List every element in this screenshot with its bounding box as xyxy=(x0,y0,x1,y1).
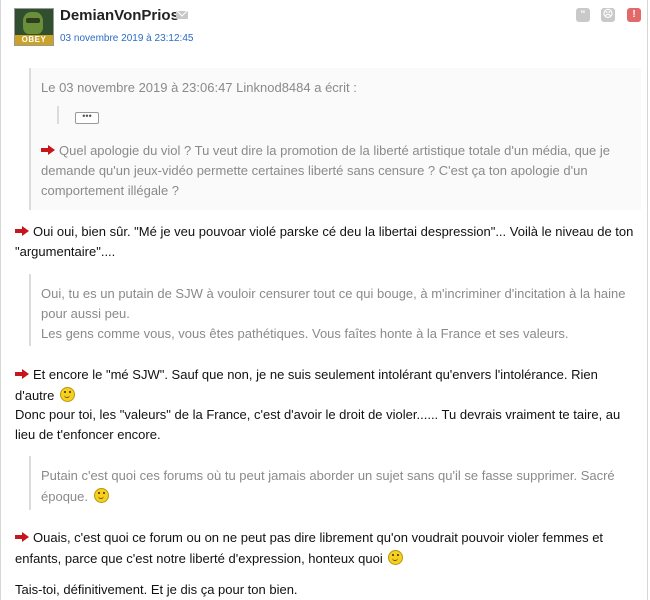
sad-face-icon[interactable]: ☹ xyxy=(601,8,615,22)
quote-2-line-1: Oui, tu es un putain de SJW à vouloir ce… xyxy=(41,286,626,321)
reply-text-1: Oui oui, bien sûr. "Mé je veu pouvoar vi… xyxy=(15,224,634,259)
red-arrow-icon xyxy=(15,369,29,379)
smiley-icon xyxy=(388,550,404,565)
quote-text-content: Quel apologie du viol ? Tu veut dire la … xyxy=(41,143,610,198)
quote-block-3: Putain c'est quoi ces forums où tu peut … xyxy=(29,456,641,510)
reply-paragraph-5: Tais-toi, définitivement. Et je dis ça p… xyxy=(15,582,298,597)
reply-paragraph-2: Et encore le "mé SJW". Sauf que non, je … xyxy=(15,365,635,406)
reply-text-2: Et encore le "mé SJW". Sauf que non, je … xyxy=(15,367,598,403)
nested-quote-bar xyxy=(57,106,59,124)
quote-header: Le 03 novembre 2019 à 23:06:47 Linknod84… xyxy=(41,80,357,95)
reply-paragraph-3: Donc pour toi, les "valeurs" de la Franc… xyxy=(15,407,621,442)
quote-2-text: Oui, tu es un putain de SJW à vouloir ce… xyxy=(41,284,631,344)
avatar[interactable]: OBEY xyxy=(14,8,54,46)
avatar-caption: OBEY xyxy=(15,35,53,45)
smiley-icon xyxy=(93,488,109,503)
quote-3-content: Putain c'est quoi ces forums où tu peut … xyxy=(41,468,615,504)
quote-block-2: Oui, tu es un putain de SJW à vouloir ce… xyxy=(29,274,641,346)
smiley-icon xyxy=(59,387,75,402)
red-arrow-icon xyxy=(41,145,55,155)
quote-2-line-2: Les gens comme vous, vous êtes pathétiqu… xyxy=(41,326,569,341)
quote-3-text: Putain c'est quoi ces forums où tu peut … xyxy=(41,466,631,507)
quote-text: Quel apologie du viol ? Tu veut dire la … xyxy=(41,141,631,201)
quote-block-linknod: Le 03 novembre 2019 à 23:06:47 Linknod84… xyxy=(29,68,641,210)
author-name[interactable]: DemianVonPrios xyxy=(60,7,179,24)
expand-nested-quote-button[interactable]: ••• xyxy=(75,112,99,124)
mail-icon[interactable] xyxy=(176,11,188,19)
forum-post: OBEY DemianVonPrios 03 novembre 2019 à 2… xyxy=(0,0,648,600)
reply-paragraph-1: Oui oui, bien sûr. "Mé je veu pouvoar vi… xyxy=(15,222,635,262)
report-icon[interactable]: ! xyxy=(627,8,641,22)
avatar-face-icon xyxy=(23,12,43,34)
red-arrow-icon xyxy=(15,532,29,542)
reply-text-4: Ouais, c'est quoi ce forum ou on ne peut… xyxy=(15,530,604,566)
post-date-link[interactable]: 03 novembre 2019 à 23:12:45 xyxy=(60,33,193,44)
reply-paragraph-4: Ouais, c'est quoi ce forum ou on ne peut… xyxy=(15,528,635,569)
red-arrow-icon xyxy=(15,226,29,236)
quote-icon[interactable]: “ xyxy=(576,8,590,22)
